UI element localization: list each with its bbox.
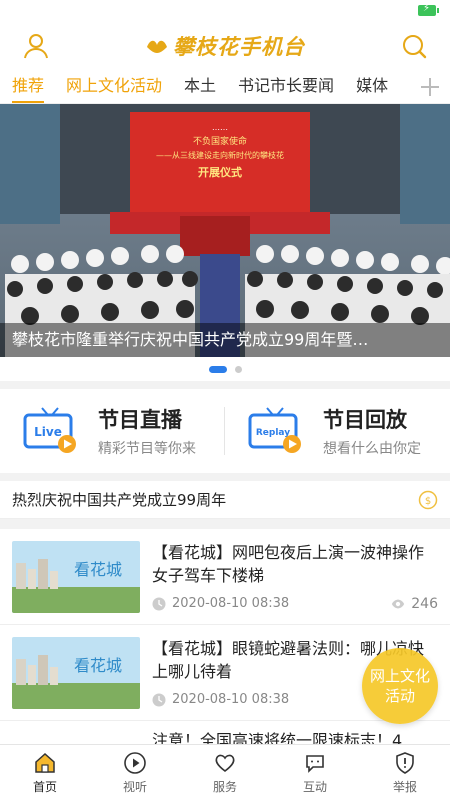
- flower-logo-icon: [147, 40, 167, 53]
- add-tab-button[interactable]: [410, 70, 450, 103]
- nav-media-label: 视听: [122, 779, 147, 794]
- program-entries: Live 节目直播 精彩节目等你来 Replay 节目回放 想看什么由你定: [0, 389, 450, 473]
- banner-image: …… 不负国家使命 ——从三线建设走向新时代的攀枝花 开展仪式: [0, 104, 450, 357]
- news-time: 2020-08-10 08:38: [172, 692, 290, 707]
- thumb-caption: 看花城: [74, 560, 122, 579]
- nav-media[interactable]: 视听: [90, 745, 180, 800]
- nav-report[interactable]: 举报: [360, 745, 450, 800]
- shield-icon: [396, 751, 414, 774]
- thumb-caption: 看花城: [74, 656, 122, 675]
- nav-service[interactable]: 服务: [180, 745, 270, 800]
- carousel-indicator: [0, 357, 450, 381]
- banner-carousel[interactable]: …… 不负国家使命 ——从三线建设走向新时代的攀枝花 开展仪式 攀枝花市隆重举行…: [0, 104, 450, 357]
- tab-local[interactable]: 本土: [184, 70, 216, 103]
- app-logo: 攀枝花手机台: [145, 31, 305, 61]
- play-icon: [124, 751, 146, 774]
- replay-badge-text: Replay: [256, 428, 290, 438]
- replay-title: 节目回放: [323, 408, 407, 432]
- news-item[interactable]: 看花城 【看花城】网吧包夜后上演一波神操作 女子驾车下楼梯 2020-08-10…: [0, 529, 450, 625]
- online-culture-float-button[interactable]: 网上文化活动: [362, 648, 438, 724]
- section-divider: [0, 473, 450, 481]
- coin-icon[interactable]: $: [418, 490, 438, 510]
- banner-caption[interactable]: 攀枝花市隆重举行庆祝中国共产党成立99周年暨…: [0, 323, 450, 357]
- live-badge-text: Live: [34, 425, 62, 439]
- program-divider: [224, 407, 225, 455]
- svg-text:$: $: [425, 496, 431, 507]
- replay-program-entry[interactable]: Replay 节目回放 想看什么由你定: [225, 404, 450, 458]
- nav-service-label: 服务: [212, 779, 237, 794]
- bottom-navigation: 首页 视听 服务 互动 举报: [0, 744, 450, 800]
- search-icon[interactable]: [400, 32, 428, 60]
- news-thumbnail: 看花城: [12, 540, 140, 613]
- news-views: 246: [391, 596, 438, 612]
- heart-icon: [215, 754, 235, 772]
- stage-line-1: 不负国家使命: [193, 135, 247, 147]
- announcement-text: 热烈庆祝中国共产党成立99周年: [12, 491, 227, 509]
- status-bar: ⚡: [0, 0, 450, 22]
- clock-icon: [152, 693, 166, 706]
- tab-recommend[interactable]: 推荐: [12, 70, 45, 103]
- app-header: 攀枝花手机台: [0, 22, 450, 70]
- nav-home-label: 首页: [32, 779, 57, 794]
- carousel-dot-active[interactable]: [208, 365, 227, 373]
- carousel-dot[interactable]: [234, 365, 242, 373]
- news-thumbnail: 看花城: [12, 636, 140, 709]
- nav-interact-label: 互动: [302, 779, 327, 794]
- nav-report-label: 举报: [392, 779, 417, 794]
- plus-icon: [421, 78, 439, 96]
- svg-text:……: ……: [212, 123, 228, 132]
- app-screen: ⚡ 攀枝花手机台 推荐 网上文化活动 本土 书记市长要闻 媒体 …… 不负国家使…: [0, 0, 450, 800]
- tab-leaders-news[interactable]: 书记市长要闻: [238, 70, 334, 103]
- clock-icon: [152, 597, 166, 610]
- eye-icon: [392, 599, 405, 608]
- news-body: 【看花城】网吧包夜后上演一波神操作 女子驾车下楼梯 2020-08-10 08:…: [152, 541, 438, 613]
- live-title: 节目直播: [98, 408, 182, 432]
- logo-text: 攀枝花手机台: [173, 34, 305, 59]
- news-meta: 2020-08-10 08:38 246: [152, 595, 438, 613]
- replay-tv-icon: Replay: [248, 407, 301, 453]
- user-icon[interactable]: [22, 32, 50, 60]
- section-divider: [0, 381, 450, 389]
- nav-interact[interactable]: 互动: [270, 745, 360, 800]
- category-tabs: 推荐 网上文化活动 本土 书记市长要闻 媒体: [0, 70, 450, 104]
- announcement-bar[interactable]: 热烈庆祝中国共产党成立99周年 $: [0, 481, 450, 519]
- news-time: 2020-08-10 08:38: [172, 596, 290, 611]
- live-tv-icon: Live: [23, 407, 76, 453]
- nav-home[interactable]: 首页: [0, 745, 90, 800]
- tab-media[interactable]: 媒体: [356, 70, 388, 103]
- chat-icon: [306, 754, 324, 773]
- replay-subtitle: 想看什么由你定: [323, 441, 421, 457]
- stage-line-2: ——从三线建设走向新时代的攀枝花: [156, 150, 284, 160]
- news-view-count: 246: [411, 595, 438, 612]
- home-icon: [35, 752, 55, 773]
- battery-icon: ⚡: [418, 3, 439, 16]
- live-subtitle: 精彩节目等你来: [98, 441, 196, 457]
- live-program-entry[interactable]: Live 节目直播 精彩节目等你来: [0, 404, 225, 458]
- news-title[interactable]: 【看花城】网吧包夜后上演一波神操作 女子驾车下楼梯: [152, 541, 438, 587]
- stage-line-3: 开展仪式: [198, 165, 242, 179]
- section-divider: [0, 519, 450, 529]
- tab-online-culture[interactable]: 网上文化活动: [66, 70, 162, 103]
